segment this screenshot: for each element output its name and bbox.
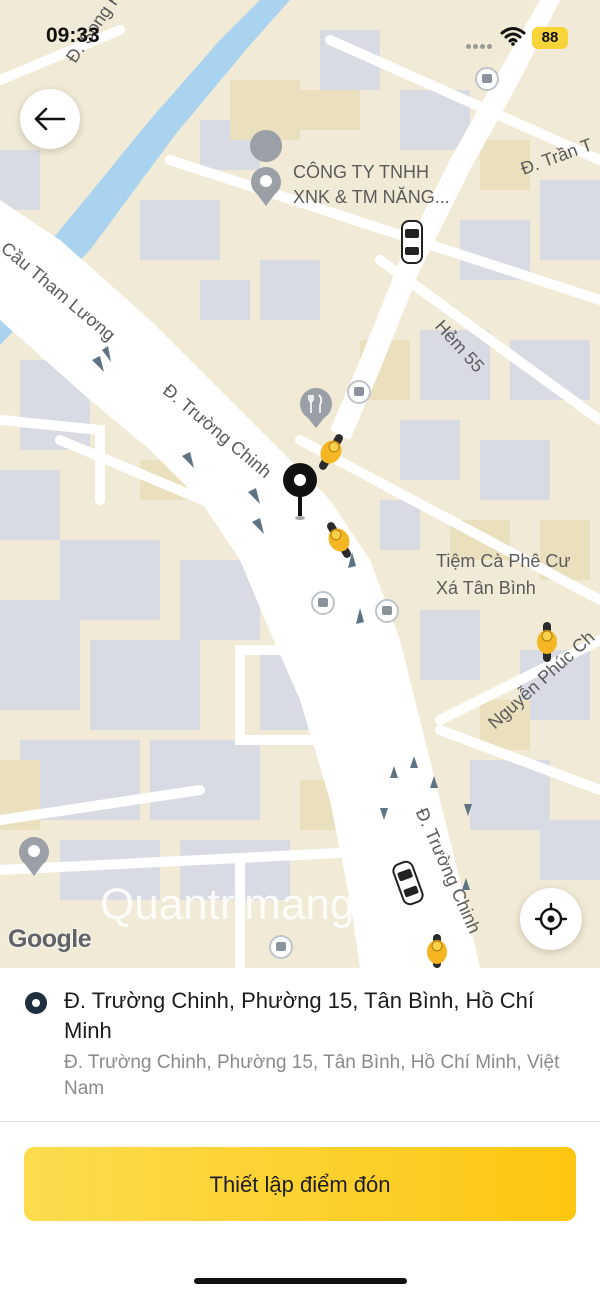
my-location-button[interactable] [520, 888, 582, 950]
back-button[interactable] [20, 89, 80, 149]
pickup-address-title: Đ. Trường Chinh, Phường 15, Tân Bình, Hồ… [64, 988, 535, 1043]
watermark: Quantrimang [100, 880, 355, 929]
pickup-location-icon [25, 992, 47, 1014]
signal-icon [466, 36, 494, 54]
back-arrow-icon [34, 107, 66, 131]
status-bar: 09:33 88 [0, 0, 600, 70]
place-label-cafe-line1: Tiệm Cà Phê Cư [436, 551, 571, 571]
place-label-company: CÔNG TY TNHH XNK & TM NĂNG... [293, 160, 450, 210]
wifi-icon [500, 27, 526, 46]
status-time: 09:33 [46, 24, 100, 47]
my-location-icon [534, 902, 568, 936]
google-attribution: Google [8, 925, 92, 953]
place-label-company-line1: CÔNG TY TNHH [293, 162, 430, 182]
car-icon [401, 220, 423, 264]
place-label-cafe: Tiệm Cà Phê Cư Xá Tân Bình [436, 548, 570, 602]
motorbike-icon [427, 934, 447, 968]
home-indicator[interactable] [194, 1278, 407, 1284]
place-label-company-line2: XNK & TM NĂNG... [293, 187, 450, 207]
place-label-cafe-line2: Xá Tân Bình [436, 578, 536, 598]
set-pickup-button[interactable]: Thiết lập điểm đón [24, 1147, 576, 1221]
pickup-pin-icon[interactable] [280, 462, 320, 522]
restaurant-icon [308, 394, 323, 413]
map-view[interactable]: Đ. Song Hành CÔNG TY TNHH XNK & TM NĂNG.… [0, 0, 600, 968]
pickup-address-subtitle: Đ. Trường Chinh, Phường 15, Tân Bình, Hồ… [64, 1052, 560, 1099]
divider [0, 1121, 600, 1122]
battery-indicator: 88 [532, 27, 568, 49]
